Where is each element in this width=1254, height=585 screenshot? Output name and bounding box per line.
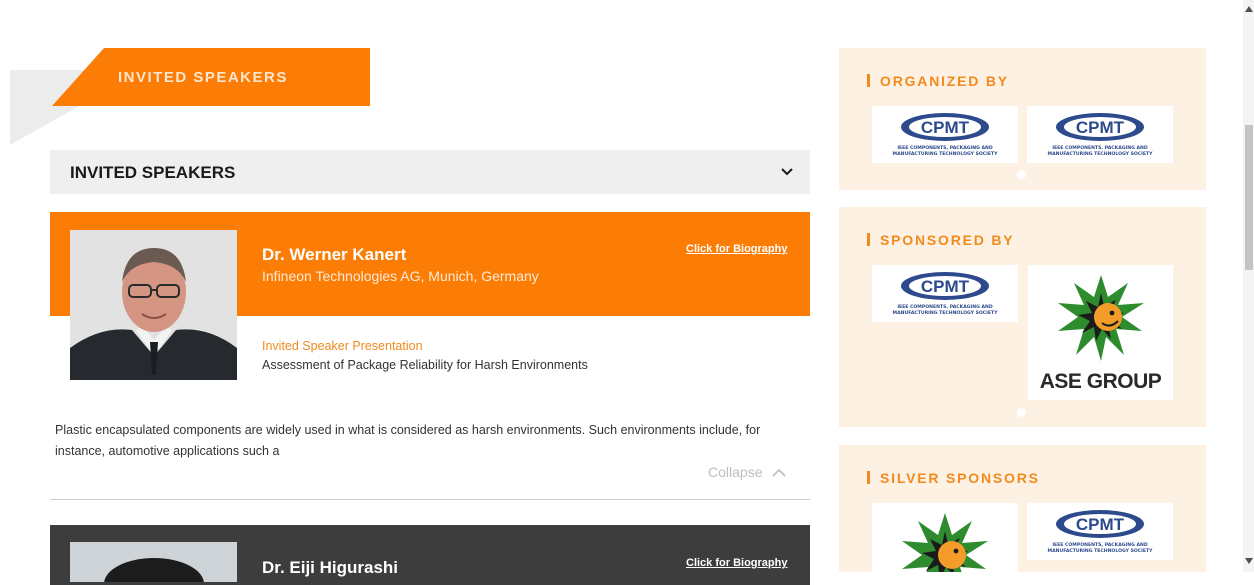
cpmt-logo[interactable]: CPMT IEEE COMPONENTS, PACKAGING AND MANU… xyxy=(1027,503,1173,560)
silver-sponsors-panel: SILVER SPONSORS CPMT IEEE COMPONENTS, PA… xyxy=(839,445,1206,572)
chevron-up-icon xyxy=(772,469,786,477)
ase-group-text: ASE GROUP xyxy=(1039,370,1162,393)
cpmt-mark-text: CPMT xyxy=(921,277,970,296)
carousel-dot[interactable] xyxy=(1017,170,1026,179)
carousel-dot[interactable] xyxy=(1017,408,1026,417)
cpmt-mark-text: CPMT xyxy=(1076,515,1125,534)
cpmt-caption-line2: MANUFACTURING TECHNOLOGY SOCIETY xyxy=(1047,152,1153,157)
cpmt-caption-line2: MANUFACTURING TECHNOLOGY SOCIETY xyxy=(1047,549,1153,554)
divider xyxy=(50,499,810,500)
ase-group-logo[interactable]: ASE GROUP xyxy=(1028,265,1173,400)
speaker-photo xyxy=(70,230,237,380)
sponsored-by-title: SPONSORED BY xyxy=(867,232,1014,248)
collapse-button[interactable]: Collapse xyxy=(708,464,786,480)
speaker-name-2: Dr. Eiji Higurashi xyxy=(262,558,399,577)
ase-group-logo[interactable] xyxy=(872,503,1018,572)
cpmt-logo[interactable]: CPMT IEEE COMPONENTS, PACKAGING AND MANU… xyxy=(1027,106,1173,163)
presentation-label: Invited Speaker Presentation xyxy=(262,339,423,353)
speaker-photo-2 xyxy=(70,542,237,582)
cpmt-logo[interactable]: CPMT IEEE COMPONENTS, PACKAGING AND MANU… xyxy=(872,106,1018,163)
abstract-text: Plastic encapsulated components are wide… xyxy=(55,423,761,458)
invited-speakers-accordion-header[interactable]: INVITED SPEAKERS xyxy=(50,150,810,194)
presentation-title: Assessment of Package Reliability for Ha… xyxy=(262,358,588,372)
scrollbar-track[interactable] xyxy=(1243,0,1254,572)
accordion-title: INVITED SPEAKERS xyxy=(70,163,236,182)
cpmt-mark-text: CPMT xyxy=(1076,118,1125,137)
sponsored-by-panel: SPONSORED BY CPMT IEEE COMPONENTS, PACKA… xyxy=(839,207,1206,427)
section-banner-title: INVITED SPEAKERS xyxy=(118,69,288,86)
cpmt-mark-text: CPMT xyxy=(921,118,970,137)
cpmt-logo[interactable]: CPMT IEEE COMPONENTS, PACKAGING AND MANU… xyxy=(872,265,1018,322)
scroll-up-arrow-icon[interactable] xyxy=(1245,6,1253,12)
speaker-name: Dr. Werner Kanert xyxy=(262,245,407,264)
speaker-affiliation: Infineon Technologies AG, Munich, German… xyxy=(262,268,539,284)
chevron-down-icon[interactable] xyxy=(780,164,794,178)
scrollbar-thumb[interactable] xyxy=(1245,125,1253,270)
cpmt-caption-line2: MANUFACTURING TECHNOLOGY SOCIETY xyxy=(892,311,998,316)
biography-link[interactable]: Click for Biography xyxy=(686,243,787,255)
collapse-label: Collapse xyxy=(708,464,763,480)
organized-by-panel: ORGANIZED BY CPMT IEEE COMPONENTS, PACKA… xyxy=(839,48,1206,190)
cpmt-caption-line2: MANUFACTURING TECHNOLOGY SOCIETY xyxy=(892,152,998,157)
silver-sponsors-title: SILVER SPONSORS xyxy=(867,470,1040,486)
scroll-down-arrow-icon[interactable] xyxy=(1245,558,1253,564)
biography-link-2[interactable]: Click for Biography xyxy=(686,557,787,569)
organized-by-title: ORGANIZED BY xyxy=(867,73,1009,89)
